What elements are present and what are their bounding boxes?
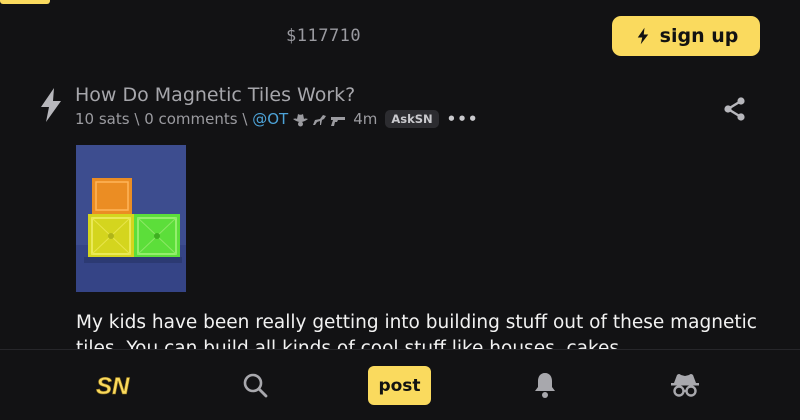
zap-icon[interactable] [38,87,64,123]
comments-link[interactable]: 0 comments [144,110,237,128]
subforum-badge[interactable]: AskSN [385,110,439,128]
user-link[interactable]: @OT [252,110,288,128]
btc-price[interactable]: $117710 [286,26,361,46]
user-badges [292,112,347,127]
horse-icon [313,114,327,125]
search-button[interactable] [230,350,280,420]
svg-text:SN: SN [96,373,130,400]
sats-count: 10 sats [75,110,130,128]
post-time[interactable]: 4m [353,110,377,128]
top-accent-bar [0,0,50,4]
signup-label: sign up [659,25,739,47]
post-title[interactable]: How Do Magnetic Tiles Work? [75,84,355,106]
gun-icon [331,116,346,126]
share-icon[interactable] [722,96,748,122]
signup-button[interactable]: sign up [612,16,760,56]
search-icon [243,373,268,398]
incognito-icon [671,374,699,397]
post-button[interactable]: post [368,366,431,405]
post-image[interactable] [76,145,186,292]
cowboy-icon [293,113,309,126]
more-options-button[interactable]: ••• [447,110,479,128]
bolt-icon [637,27,648,45]
post-meta: 10 sats \ 0 comments \ @OT 4m AskSN ••• [75,110,478,128]
home-logo[interactable]: SN [90,350,140,420]
meta-separator: \ [242,110,248,128]
bottom-nav: SN post [0,349,800,420]
meta-separator: \ [134,110,140,128]
magnetic-tiles-image [76,145,186,292]
sn-logo-icon: SN [96,373,131,401]
notifications-button[interactable] [520,350,570,420]
anon-button[interactable] [660,350,710,420]
bell-icon [535,373,555,398]
